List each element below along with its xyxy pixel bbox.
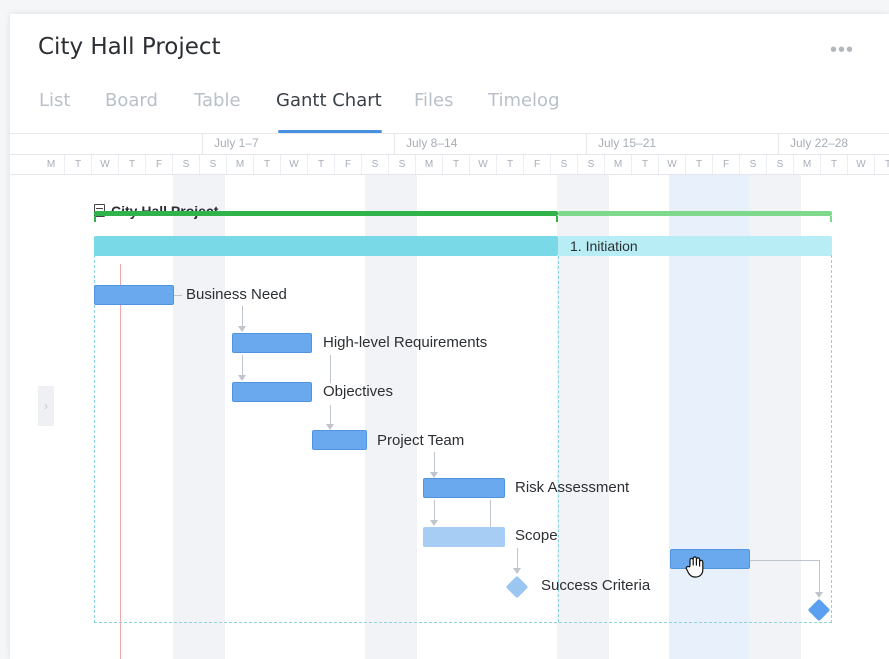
week-header: July 8–14 [406, 136, 458, 150]
day-cell: W [470, 155, 497, 174]
dependency-arrow [238, 326, 246, 332]
day-cell: F [713, 155, 740, 174]
view-tabs: List Board Table Gantt Chart Files Timel… [10, 90, 889, 133]
dependency-line [517, 548, 518, 568]
group-label: 1. Initiation [570, 238, 638, 254]
day-cell: M [38, 155, 65, 174]
week-separator [586, 134, 587, 154]
day-cell: S [173, 155, 200, 174]
dependency-line [819, 560, 820, 594]
day-cell: S [740, 155, 767, 174]
day-cell: M [794, 155, 821, 174]
task-bar-scope[interactable] [423, 527, 505, 547]
day-cell: T [119, 155, 146, 174]
day-cell: W [92, 155, 119, 174]
task-bar-project-team[interactable] [312, 430, 367, 450]
day-cell: S [389, 155, 416, 174]
dependency-arrow [815, 592, 823, 598]
day-cell: S [551, 155, 578, 174]
dependency-line [242, 355, 243, 375]
dependency-line [490, 500, 491, 528]
more-options-icon[interactable]: ••• [830, 40, 854, 60]
tab-files[interactable]: Files [414, 90, 454, 111]
task-label: Scope [515, 527, 558, 544]
expand-panel-handle[interactable]: › [38, 386, 54, 426]
day-cell: T [443, 155, 470, 174]
label-leader [174, 295, 182, 296]
day-cell: S [362, 155, 389, 174]
week-separator [394, 134, 395, 154]
tab-board[interactable]: Board [105, 90, 158, 111]
day-cell: M [416, 155, 443, 174]
day-cell: T [497, 155, 524, 174]
page-title: City Hall Project [38, 34, 221, 60]
day-cell: S [578, 155, 605, 174]
dependency-line [750, 560, 820, 561]
task-bar-risk-assessment[interactable] [423, 478, 505, 498]
day-cell: T [632, 155, 659, 174]
day-cell: W [659, 155, 686, 174]
day-cell: F [524, 155, 551, 174]
project-summary-bar[interactable] [94, 211, 558, 216]
project-bracket-end [830, 216, 832, 222]
dependency-line [330, 355, 331, 383]
day-cell: S [767, 155, 794, 174]
chevron-right-icon: › [44, 399, 48, 413]
task-label: Risk Assessment [515, 479, 630, 496]
tab-timelog[interactable]: Timelog [488, 90, 560, 111]
week-separator [202, 134, 203, 154]
week-header: July 15–21 [598, 136, 657, 150]
dependency-line [330, 405, 331, 424]
day-header-row: MTWTFSSMTWTFSSMTWTFSSMTWTFSSMTWTFS [10, 154, 889, 175]
task-bar-high-level-requirements[interactable] [232, 333, 312, 353]
day-cell: W [848, 155, 875, 174]
week-header: July 22–28 [790, 136, 849, 150]
day-cell: F [146, 155, 173, 174]
day-cell: F [335, 155, 362, 174]
project-summary-bar-remaining[interactable] [558, 211, 832, 216]
day-cell: T [686, 155, 713, 174]
day-cell: T [821, 155, 848, 174]
grab-cursor-icon [685, 556, 704, 578]
week-separator [778, 134, 779, 154]
week-header: July 1–7 [214, 136, 259, 150]
task-label: Project Team [377, 432, 465, 449]
day-cell: T [254, 155, 281, 174]
task-label: Objectives [323, 383, 394, 400]
dependency-line [434, 500, 435, 520]
dependency-line [434, 452, 435, 472]
tab-gantt-chart[interactable]: Gantt Chart [276, 90, 382, 111]
day-cell: T [308, 155, 335, 174]
day-cell: T [875, 155, 889, 174]
dependency-arrow [238, 375, 246, 381]
group-split-line [558, 256, 560, 622]
dependency-line [242, 306, 243, 326]
group-bar-initiation[interactable] [94, 236, 558, 256]
task-bar-business-need[interactable] [94, 285, 174, 305]
day-cell: W [281, 155, 308, 174]
project-card: City Hall Project ••• List Board Table G… [10, 14, 889, 659]
tab-list[interactable]: List [39, 90, 70, 111]
task-label: High-level Requirements [323, 334, 488, 351]
day-cell: S [200, 155, 227, 174]
day-cell: M [605, 155, 632, 174]
tab-table[interactable]: Table [194, 90, 241, 111]
project-bracket-start [94, 216, 96, 222]
dependency-arrow [513, 568, 521, 574]
day-cell: M [227, 155, 254, 174]
project-bracket-mid [556, 216, 558, 222]
milestone-label: Success Criteria [541, 577, 651, 594]
dependency-arrow [430, 520, 438, 526]
task-bar-objectives[interactable] [232, 382, 312, 402]
task-label: Business Need [186, 286, 287, 303]
day-cell: T [65, 155, 92, 174]
